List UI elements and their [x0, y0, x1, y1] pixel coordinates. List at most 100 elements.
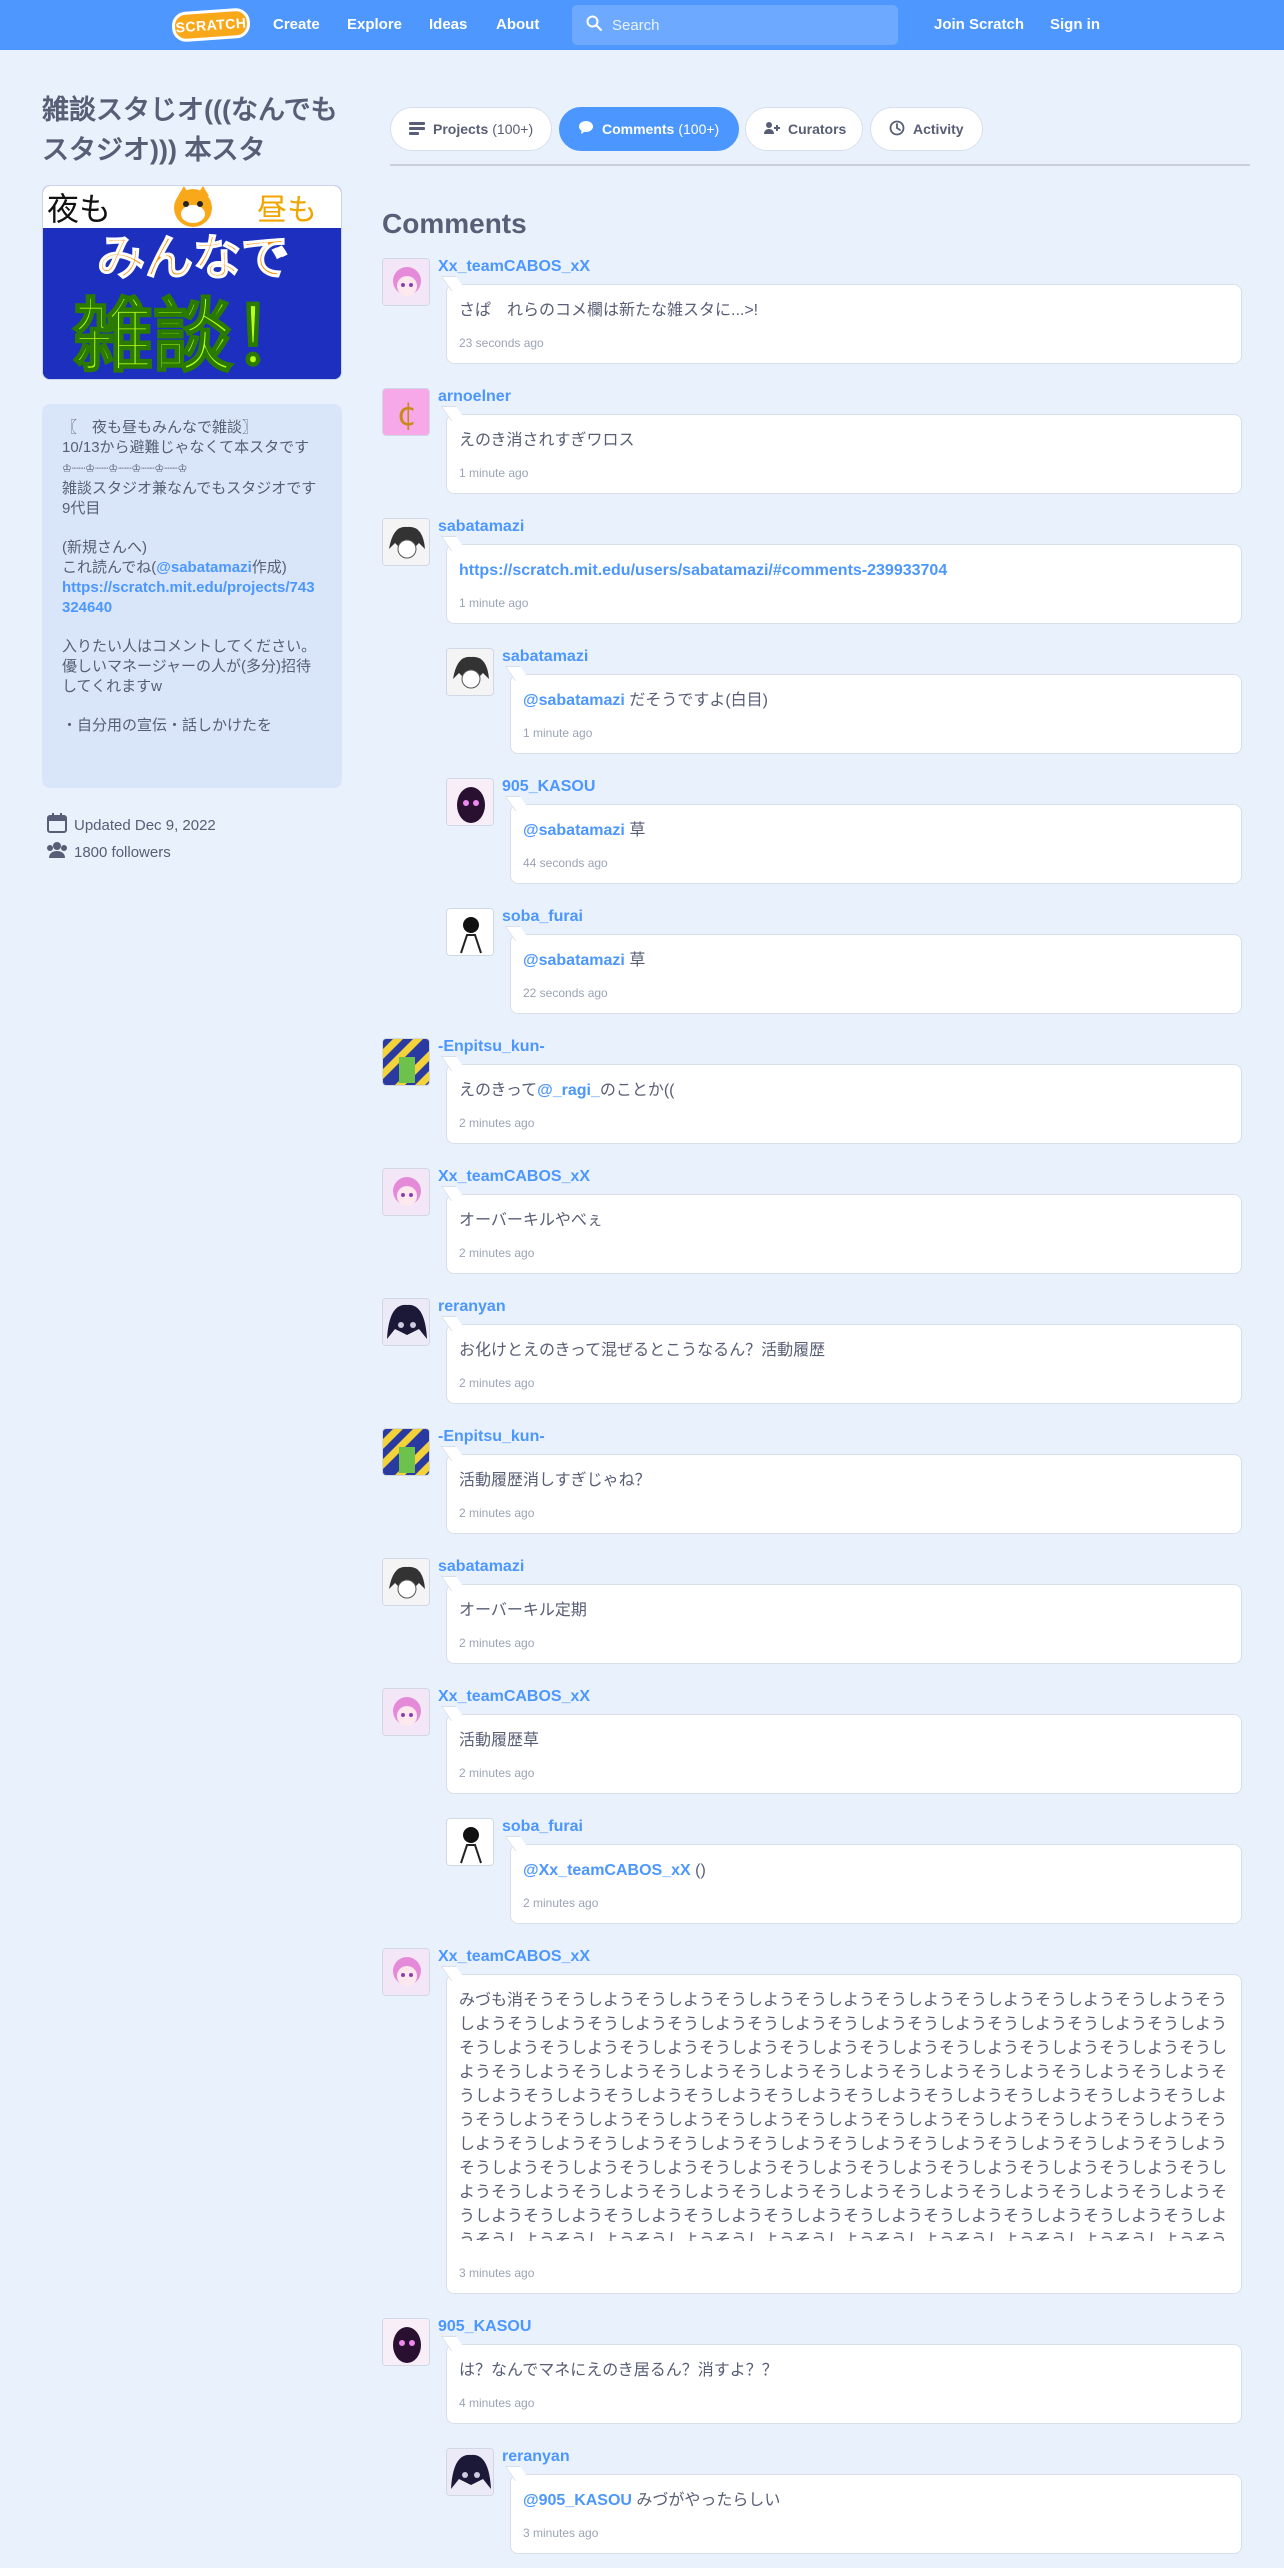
comment-username[interactable]: Xx_teamCABOS_xX — [438, 258, 590, 276]
comment-bubble: 活動履歴消しすぎじゃね？ 2 minutes ago — [446, 1454, 1242, 1534]
comment-username[interactable]: 905_KASOU — [502, 778, 595, 796]
tab-curators[interactable]: Curators — [745, 107, 863, 151]
comment-time: 2 minutes ago — [459, 1636, 535, 1650]
tab-activity[interactable]: Activity — [870, 107, 983, 151]
nav-create[interactable]: Create — [273, 16, 320, 33]
comment-bubble: えのきって@_ragi_のことか(( 2 minutes ago — [446, 1064, 1242, 1144]
tab-count: (100+) — [492, 121, 534, 137]
updated-date: Updated Dec 9, 2022 — [74, 816, 216, 834]
followers-row: 1800 followers — [46, 841, 171, 863]
comment-bubble: お化けとえのきって混ぜるとこうなるん？活動履歴 2 minutes ago — [446, 1324, 1242, 1404]
projects-icon — [409, 121, 433, 138]
avatar[interactable] — [382, 1688, 430, 1736]
desc-project-link[interactable]: https://scratch.mit.edu/projects/7433246… — [62, 579, 315, 616]
comment-mention[interactable]: @Xx_teamCABOS_xX — [523, 1862, 691, 1879]
tab-divider — [390, 164, 1250, 166]
calendar-icon — [46, 812, 74, 838]
avatar[interactable] — [382, 518, 430, 566]
avatar[interactable] — [382, 1168, 430, 1216]
followers-count: 1800 followers — [74, 843, 171, 861]
top-navigation-bar: SCRATCH Create Explore Ideas About Join … — [0, 0, 1284, 50]
sign-in-link[interactable]: Sign in — [1050, 16, 1100, 33]
comment-time: 1 minute ago — [459, 466, 529, 480]
desc-line: 優しいマネージャーの人が(多分)招待してくれますw — [62, 658, 311, 695]
comment-text: () — [690, 1862, 706, 1879]
avatar[interactable] — [446, 648, 494, 696]
comment-text: オーバーキル定期 — [459, 1602, 587, 1619]
comment-time: 2 minutes ago — [459, 1766, 535, 1780]
search-input[interactable] — [612, 16, 872, 34]
comment-bubble: @905_KASOU みづがやったらしい 3 minutes ago — [510, 2474, 1242, 2554]
comment-bubble: https://scratch.mit.edu/users/sabatamazi… — [446, 544, 1242, 624]
desc-mention-link[interactable]: @sabatamazi — [156, 559, 252, 576]
thumbnail-text-top-right: 昼も — [257, 193, 317, 228]
comment-bubble: @sabatamazi だそうですよ(白目) 1 minute ago — [510, 674, 1242, 754]
comment-time: 2 minutes ago — [459, 1246, 535, 1260]
comment-username[interactable]: sabatamazi — [502, 648, 588, 666]
nav-explore[interactable]: Explore — [347, 16, 402, 33]
comment-username[interactable]: soba_furai — [502, 908, 583, 926]
avatar[interactable] — [382, 1298, 430, 1346]
comment-time: 44 seconds ago — [523, 856, 608, 870]
tab-label: Curators — [788, 121, 847, 137]
avatar[interactable] — [382, 1558, 430, 1606]
desc-line: 10/13から避難じゃなくて本スタです — [62, 439, 310, 456]
comment-username[interactable]: Xx_teamCABOS_xX — [438, 1168, 590, 1186]
desc-line: 雑談スタジオ兼なんでもスタジオです — [62, 480, 317, 497]
comment-username[interactable]: arnoelner — [438, 388, 511, 406]
avatar[interactable] — [446, 1818, 494, 1866]
comment-username[interactable]: Xx_teamCABOS_xX — [438, 1688, 590, 1706]
logo-text: SCRATCH — [175, 14, 247, 36]
comment-mention[interactable]: @sabatamazi — [523, 692, 625, 709]
comment-username[interactable]: sabatamazi — [438, 518, 524, 536]
comment-username[interactable]: -Enpitsu_kun- — [438, 1428, 545, 1446]
tab-projects[interactable]: Projects (100+) — [390, 107, 552, 151]
join-scratch-link[interactable]: Join Scratch — [934, 16, 1024, 33]
comment-link[interactable]: https://scratch.mit.edu/users/sabatamazi… — [459, 562, 947, 579]
comment-mention[interactable]: @_ragi_ — [537, 1082, 600, 1099]
comment-text-after: のことか(( — [599, 1082, 675, 1099]
avatar[interactable] — [382, 1038, 430, 1086]
thumbnail-text-bottom: 雑談！ — [72, 290, 313, 380]
comment-text: 草 — [624, 952, 646, 969]
comment-text: だそうですよ(白目) — [624, 692, 768, 709]
tab-comments[interactable]: Comments (100+) — [559, 107, 739, 151]
comment-username[interactable]: sabatamazi — [438, 1558, 524, 1576]
comment-username[interactable]: soba_furai — [502, 1818, 583, 1836]
comment-username[interactable]: reranyan — [438, 1298, 506, 1316]
thumbnail-text-top-left: 夜も — [47, 190, 111, 228]
comment-bubble: みづも消そうそうしようそうしようそうしようそうしようそうしようそうしようそうしよ… — [446, 1974, 1242, 2294]
comment-username[interactable]: Xx_teamCABOS_xX — [438, 1948, 590, 1966]
comment-username[interactable]: reranyan — [502, 2448, 570, 2466]
comment-username[interactable]: 905_KASOU — [438, 2318, 531, 2336]
avatar[interactable] — [382, 1428, 430, 1476]
comment-text: えのきって — [459, 1082, 538, 1099]
comment-bubble: えのき消されすぎワロス 1 minute ago — [446, 414, 1242, 494]
search-box[interactable] — [572, 5, 898, 45]
avatar[interactable] — [382, 2318, 430, 2366]
comment-mention[interactable]: @sabatamazi — [523, 822, 625, 839]
scratch-logo[interactable]: SCRATCH — [171, 7, 251, 43]
comment-username[interactable]: -Enpitsu_kun- — [438, 1038, 545, 1056]
avatar[interactable] — [446, 778, 494, 826]
avatar[interactable] — [382, 258, 430, 306]
nav-ideas[interactable]: Ideas — [429, 16, 467, 33]
comment-time: 23 seconds ago — [459, 336, 544, 350]
avatar[interactable]: ¢ — [382, 388, 430, 436]
nav-about[interactable]: About — [496, 16, 539, 33]
avatar[interactable] — [446, 2448, 494, 2496]
avatar[interactable] — [446, 908, 494, 956]
avatar[interactable] — [382, 1948, 430, 1996]
studio-description: 〖 夜も昼もみんなで雑談〗 10/13から避難じゃなくて本スタです ♔┈┈♔┈┈… — [42, 404, 342, 788]
svg-text:¢: ¢ — [397, 395, 417, 433]
comment-text: みづも消そうそうしようそうしようそうしようそうしようそうしようそうしようそうしよ… — [459, 1992, 1227, 2241]
thumbnail-text-middle: みんなで — [97, 230, 289, 286]
comment-bubble: @sabatamazi 草 22 seconds ago — [510, 934, 1242, 1014]
comment-text: 活動履歴草 — [459, 1732, 540, 1749]
tab-label: Projects — [433, 121, 489, 137]
followers-icon — [46, 841, 74, 863]
desc-line: これ読んでね( — [62, 559, 157, 576]
comment-mention[interactable]: @905_KASOU — [523, 2492, 632, 2509]
comment-bubble: は？なんでマネにえのき居るん？消すよ？？ 4 minutes ago — [446, 2344, 1242, 2424]
comment-mention[interactable]: @sabatamazi — [523, 952, 625, 969]
